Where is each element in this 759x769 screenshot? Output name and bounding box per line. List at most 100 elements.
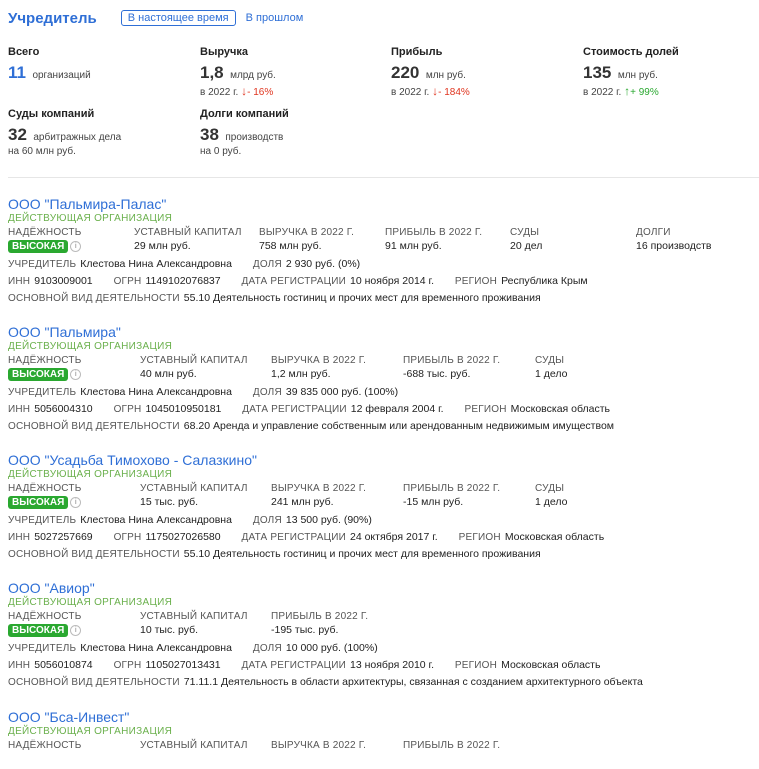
company-metrics: НАДЁЖНОСТЬ ВЫСОКАЯ i УСТАВНЫЙ КАПИТАЛ 10 … — [8, 611, 759, 640]
metric-profit-label: ПРИБЫЛЬ В 2022 Г. — [271, 611, 369, 622]
inn-label: ИНН — [8, 404, 31, 415]
region-value: Московская область — [501, 659, 601, 671]
stat-total-value[interactable]: 11 — [8, 63, 26, 82]
stat-shares-unit: млн руб. — [617, 70, 658, 81]
share-value: 10 000 руб. (100%) — [285, 642, 378, 654]
stat-debts-value: 38 — [200, 125, 219, 144]
metric-debts-label: ДОЛГИ — [636, 227, 671, 238]
metric-courts-label: СУДЫ — [535, 483, 565, 494]
info-icon[interactable]: i — [70, 368, 82, 380]
info-icon[interactable]: i — [70, 496, 82, 508]
activity-value: 55.10 Деятельность гостиниц и прочих мес… — [183, 548, 541, 560]
founder-label: УЧРЕДИТЕЛЬ — [8, 387, 77, 398]
metric-debts-value[interactable]: 16 производств — [636, 240, 711, 253]
ogrn-label: ОГРН — [113, 532, 142, 543]
stat-shares: Стоимость долей 135 млн руб. в 2022 г. ↑… — [583, 46, 679, 98]
metric-revenue: ВЫРУЧКА В 2022 Г. 1,2 млн руб. — [271, 355, 366, 381]
activity-value: 55.10 Деятельность гостиниц и прочих мес… — [183, 292, 541, 304]
company-card: ООО "Усадьба Тимохово - Салазкино" ДЕЙСТ… — [8, 452, 759, 563]
info-icon[interactable]: i — [70, 624, 82, 636]
metric-reliability-label: НАДЁЖНОСТЬ — [8, 740, 82, 751]
metric-revenue-label: ВЫРУЧКА В 2022 Г. — [271, 740, 367, 751]
founder-value[interactable]: Клестова Нина Александровна — [80, 258, 232, 270]
share-label: ДОЛЯ — [252, 387, 282, 398]
founder-value[interactable]: Клестова Нина Александровна — [80, 386, 232, 398]
founder-row: УЧРЕДИТЕЛЬ Клестова Нина Александровна ДО… — [8, 384, 759, 401]
share-label: ДОЛЯ — [252, 643, 282, 654]
activity-label: ОСНОВНОЙ ВИД ДЕЯТЕЛЬНОСТИ — [8, 293, 180, 304]
metric-courts-value[interactable]: 1 дело — [535, 496, 567, 509]
requisites-row: ИНН 5056010874 ОГРН 1105027013431 ДАТА РЕГ… — [8, 657, 759, 674]
stat-profit: Прибыль 220 млн руб. в 2022 г. ↓- 184% — [391, 46, 470, 98]
metric-courts-value[interactable]: 20 дел — [510, 240, 542, 253]
info-icon[interactable]: i — [70, 240, 82, 252]
stat-courts: Суды компаний 32 арбитражных дела на 60 … — [8, 108, 121, 157]
founder-label: УЧРЕДИТЕЛЬ — [8, 515, 77, 526]
metric-profit: ПРИБЫЛЬ В 2022 Г. -15 млн руб. — [403, 483, 500, 509]
region-value: Республика Крым — [501, 275, 588, 287]
metric-revenue: ВЫРУЧКА В 2022 Г. 241 млн руб. — [271, 483, 366, 509]
metric-capital: УСТАВНЫЙ КАПИТАЛ — [140, 740, 248, 752]
company-status: ДЕЙСТВУЮЩАЯ ОРГАНИЗАЦИЯ — [8, 213, 173, 224]
metric-profit-value: -15 млн руб. — [403, 496, 464, 508]
reliability-badge: ВЫСОКАЯ — [8, 624, 69, 637]
founder-label: УЧРЕДИТЕЛЬ — [8, 259, 77, 270]
region-value: Московская область — [504, 531, 605, 543]
divider — [8, 177, 759, 178]
stat-revenue-label: Выручка — [200, 46, 249, 58]
metric-reliability: НАДЁЖНОСТЬ ВЫСОКАЯ i — [8, 355, 82, 381]
stat-total: Всего 11 организаций — [8, 46, 91, 83]
metric-revenue-value: 1,2 млн руб. — [271, 368, 331, 380]
founder-row: УЧРЕДИТЕЛЬ Клестова Нина Александровна ДО… — [8, 512, 759, 529]
company-status: ДЕЙСТВУЮЩАЯ ОРГАНИЗАЦИЯ — [8, 341, 173, 352]
metric-profit: ПРИБЫЛЬ В 2022 Г. -195 тыс. руб. — [271, 611, 368, 637]
stat-courts-sub: на 60 млн руб. — [8, 146, 76, 157]
founder-label: УЧРЕДИТЕЛЬ — [8, 643, 77, 654]
requisites-row: ИНН 5056004310 ОГРН 1045010950181 ДАТА РЕГ… — [8, 401, 759, 418]
company-metrics: НАДЁЖНОСТЬ ВЫСОКАЯ i УСТАВНЫЙ КАПИТАЛ 29 … — [8, 227, 759, 256]
activity-label: ОСНОВНОЙ ВИД ДЕЯТЕЛЬНОСТИ — [8, 421, 180, 432]
reg-date-value: 12 февраля 2004 г. — [350, 403, 444, 415]
tab-current[interactable]: В настоящее время — [120, 10, 236, 26]
stat-courts-unit: арбитражных дела — [33, 132, 122, 143]
company-card: ООО "Пальмира-Палас" ДЕЙСТВУЮЩАЯ ОРГАНИЗ… — [8, 196, 759, 307]
stat-debts-unit: производств — [225, 132, 284, 143]
metric-profit-label: ПРИБЫЛЬ В 2022 Г. — [403, 355, 501, 366]
metric-capital: УСТАВНЫЙ КАПИТАЛ 40 млн руб. — [140, 355, 248, 381]
page-title: Учредитель — [8, 9, 97, 27]
company-name[interactable]: ООО "Бса-Инвест" — [8, 709, 759, 725]
share-value: 39 835 000 руб. (100%) — [285, 386, 399, 398]
metric-courts-value[interactable]: 1 дело — [535, 368, 567, 381]
metric-courts-label: СУДЫ — [535, 355, 565, 366]
ogrn-value: 1105027013431 — [145, 659, 221, 671]
company-name[interactable]: ООО "Авиор" — [8, 580, 759, 596]
tab-past[interactable]: В прошлом — [246, 12, 304, 24]
share-label: ДОЛЯ — [252, 515, 282, 526]
reg-date-label: ДАТА РЕГИСТРАЦИИ — [241, 532, 346, 543]
company-status: ДЕЙСТВУЮЩАЯ ОРГАНИЗАЦИЯ — [8, 726, 173, 737]
metric-capital-label: УСТАВНЫЙ КАПИТАЛ — [134, 227, 242, 238]
company-status: ДЕЙСТВУЮЩАЯ ОРГАНИЗАЦИЯ — [8, 469, 173, 480]
company-card: ООО "Авиор" ДЕЙСТВУЮЩАЯ ОРГАНИЗАЦИЯ НАДЁ… — [8, 580, 759, 691]
metric-capital-value: 10 тыс. руб. — [140, 624, 199, 636]
company-name[interactable]: ООО "Пальмира-Палас" — [8, 196, 759, 212]
ogrn-value: 1175027026580 — [145, 531, 221, 543]
metric-capital-value: 29 млн руб. — [134, 240, 191, 252]
reliability-badge: ВЫСОКАЯ — [8, 240, 69, 253]
metric-profit-label: ПРИБЫЛЬ В 2022 Г. — [385, 227, 483, 238]
founder-value[interactable]: Клестова Нина Александровна — [80, 514, 232, 526]
stat-total-label: Всего — [8, 46, 40, 58]
company-name[interactable]: ООО "Усадьба Тимохово - Салазкино" — [8, 452, 759, 468]
company-name[interactable]: ООО "Пальмира" — [8, 324, 759, 340]
founder-row: УЧРЕДИТЕЛЬ Клестова Нина Александровна ДО… — [8, 640, 759, 657]
metric-reliability: НАДЁЖНОСТЬ ВЫСОКАЯ i — [8, 227, 82, 253]
metric-profit-value: 91 млн руб. — [385, 240, 442, 252]
stat-courts-label: Суды компаний — [8, 108, 95, 120]
inn-value: 5056010874 — [34, 659, 93, 671]
metric-reliability-label: НАДЁЖНОСТЬ — [8, 227, 82, 238]
company-metrics: НАДЁЖНОСТЬ ВЫСОКАЯ i УСТАВНЫЙ КАПИТАЛ 15 … — [8, 483, 759, 512]
requisites-row: ИНН 5027257669 ОГРН 1175027026580 ДАТА РЕГ… — [8, 529, 759, 546]
inn-label: ИНН — [8, 660, 31, 671]
metric-reliability-label: НАДЁЖНОСТЬ — [8, 611, 82, 622]
founder-value[interactable]: Клестова Нина Александровна — [80, 642, 232, 654]
